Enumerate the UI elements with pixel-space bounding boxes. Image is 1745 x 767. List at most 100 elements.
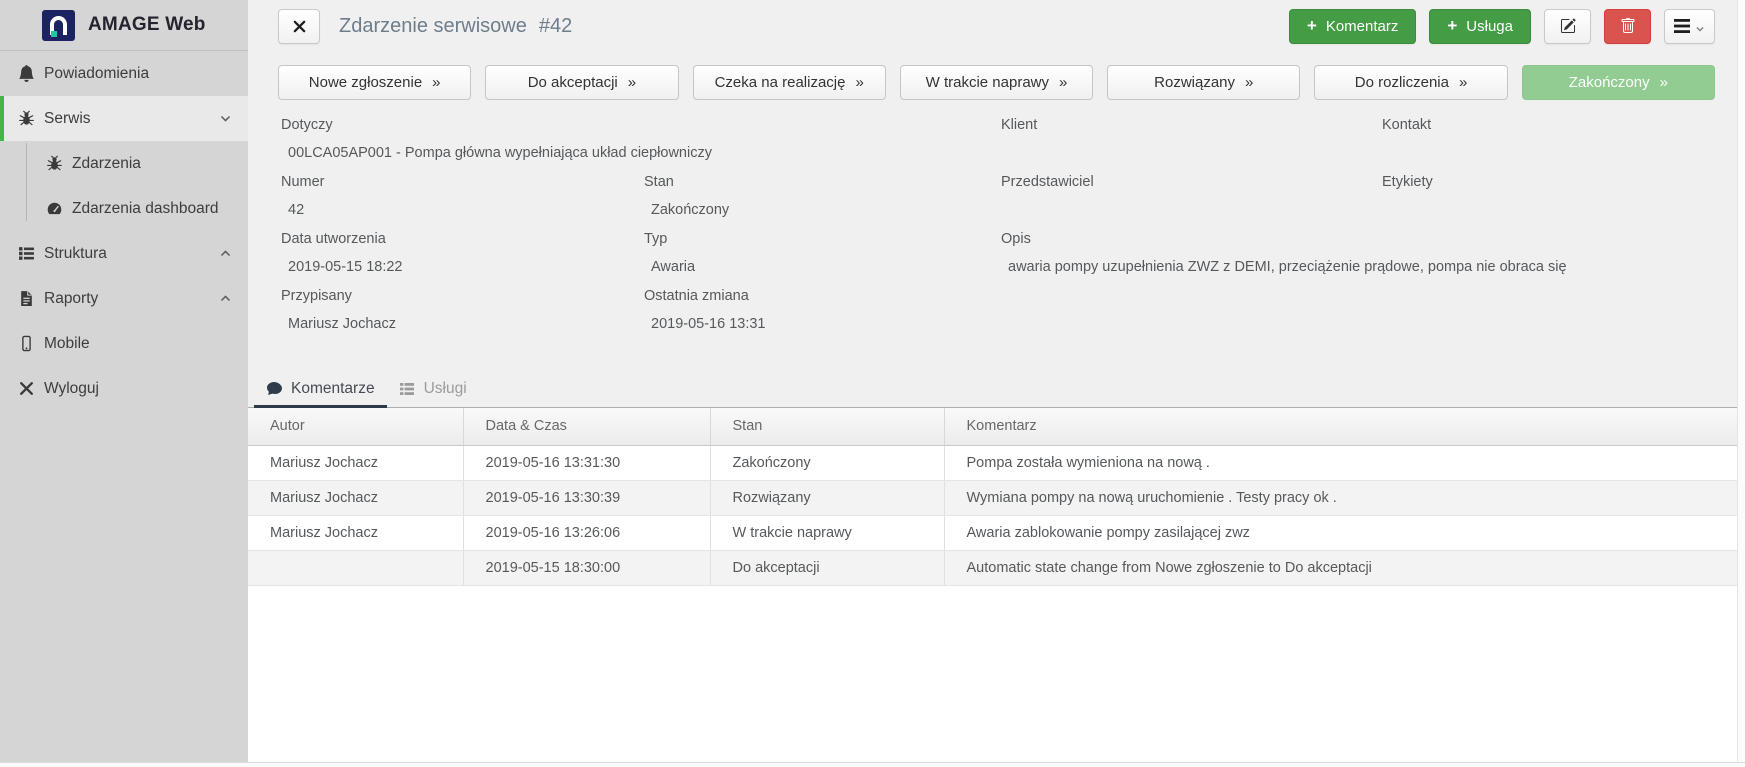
brand-title: AMAGE Web xyxy=(88,14,206,35)
field-label-ostatnia-zmiana: Ostatnia zmiana xyxy=(644,287,749,304)
header-actions: + Komentarz + Usługa xyxy=(1288,8,1715,44)
state-button-czeka-na-realizacje[interactable]: Czeka na realizację» xyxy=(692,65,886,100)
cell-komentarz: Automatic state change from Nowe zgłosze… xyxy=(944,550,1745,586)
double-arrow-icon: » xyxy=(1059,74,1068,91)
cell-stan: Do akceptacji xyxy=(710,550,945,586)
pencil-icon xyxy=(1560,18,1576,33)
comment-row[interactable]: Mariusz Jochacz 2019-05-16 13:26:06 W tr… xyxy=(248,515,1745,551)
table-header-row: Autor Data & Czas Stan Komentarz xyxy=(248,408,1745,446)
chevron-down-icon xyxy=(1695,21,1705,32)
cell-autor: Mariusz Jochacz xyxy=(248,480,464,516)
field-label-opis: Opis xyxy=(1001,230,1031,247)
sidebar-item-label: Powiadomienia xyxy=(44,64,150,82)
file-icon xyxy=(18,290,35,307)
amage-logo-icon xyxy=(42,9,75,41)
cell-czas: 2019-05-16 13:30:39 xyxy=(463,480,711,516)
double-arrow-icon: » xyxy=(1458,74,1468,91)
double-arrow-icon: » xyxy=(855,74,864,91)
sidebar-item-struktura[interactable]: Struktura xyxy=(0,231,248,276)
field-value-stan: Zakończony xyxy=(651,202,730,218)
cell-stan: Zakończony xyxy=(710,445,945,481)
add-comment-label: Komentarz xyxy=(1325,17,1399,35)
state-button-nowe-zgloszenie[interactable]: Nowe zgłoszenie» xyxy=(278,65,472,100)
cell-komentarz: Wymiana pompy na nową uruchomienie . Tes… xyxy=(944,480,1745,516)
chevron-up-icon xyxy=(219,292,232,305)
tab-label: Komentarze xyxy=(291,380,375,397)
sidebar-item-serwis[interactable]: Serwis xyxy=(0,96,248,141)
field-label-przedstawiciel: Przedstawiciel xyxy=(1001,173,1094,190)
sidebar-item-label: Mobile xyxy=(44,334,90,352)
comment-row[interactable]: 2019-05-15 18:30:00 Do akceptacji Automa… xyxy=(248,550,1745,586)
chevron-down-icon xyxy=(219,112,232,125)
sidebar-item-wyloguj[interactable]: Wyloguj xyxy=(0,366,248,411)
list-icon xyxy=(18,245,35,262)
field-label-klient: Klient xyxy=(1001,116,1038,133)
sidebar-item-label: Serwis xyxy=(44,109,91,127)
page-header: Zdarzenie serwisowe #42 + Komentarz + Usł… xyxy=(278,8,1715,44)
cell-stan: W trakcie naprawy xyxy=(710,515,945,551)
horizontal-scrollbar[interactable] xyxy=(0,762,1745,767)
chevron-up-icon xyxy=(219,247,232,260)
comments-panel: Autor Data & Czas Stan Komentarz Mariusz… xyxy=(248,408,1745,767)
state-button-w-trakcie-naprawy[interactable]: W trakcie naprawy» xyxy=(899,65,1094,100)
main-panel: Zdarzenie serwisowe #42 + Komentarz + Usł… xyxy=(248,0,1745,767)
sidebar-subitem-zdarzenia[interactable]: Zdarzenia xyxy=(0,141,248,186)
delete-button[interactable] xyxy=(1604,8,1651,44)
tab-komentarze[interactable]: Komentarze xyxy=(254,375,387,408)
vertical-scrollbar[interactable] xyxy=(1737,0,1745,767)
state-button-do-akceptacji[interactable]: Do akceptacji» xyxy=(485,65,679,100)
edit-button[interactable] xyxy=(1544,8,1591,44)
sidebar-subitem-zdarzenia-dashboard[interactable]: Zdarzenia dashboard xyxy=(0,186,248,231)
workflow-states: Nowe zgłoszenie» Do akceptacji» Czeka na… xyxy=(278,65,1715,100)
event-details: Dotyczy Klient Kontakt 00LCA05AP001 - Po… xyxy=(281,111,1707,339)
add-service-button[interactable]: + Usługa xyxy=(1429,8,1531,44)
sidebar: AMAGE Web Powiadomienia Serwis Zdarzenia… xyxy=(0,0,248,767)
cell-autor: Mariusz Jochacz xyxy=(248,445,464,481)
field-value-dotyczy: 00LCA05AP001 - Pompa główna wypełniająca… xyxy=(288,145,712,161)
cell-czas: 2019-05-16 13:31:30 xyxy=(463,445,711,481)
more-menu-button[interactable] xyxy=(1664,8,1715,44)
logout-x-icon xyxy=(18,380,35,397)
sidebar-item-label: Struktura xyxy=(44,244,107,262)
field-label-przypisany: Przypisany xyxy=(281,287,352,304)
sidebar-item-label: Zdarzenia xyxy=(72,154,141,172)
field-label-stan: Stan xyxy=(644,173,674,190)
field-value-przypisany: Mariusz Jochacz xyxy=(288,316,396,332)
cell-czas: 2019-05-16 13:26:06 xyxy=(463,515,711,551)
cell-stan: Rozwiązany xyxy=(710,480,945,516)
double-arrow-icon: » xyxy=(432,74,441,91)
field-value-typ: Awaria xyxy=(651,259,696,275)
close-button[interactable] xyxy=(278,8,320,44)
cell-komentarz: Pompa została wymieniona na nową . xyxy=(944,445,1745,481)
sidebar-item-raporty[interactable]: Raporty xyxy=(0,276,248,321)
state-button-rozwiazany[interactable]: Rozwiązany» xyxy=(1107,65,1301,100)
state-button-zakonczony-current[interactable]: Zakończony» xyxy=(1521,65,1715,100)
field-label-numer: Numer xyxy=(281,173,325,190)
field-value-opis: awaria pompy uzupełnienia ZWZ z DEMI, pr… xyxy=(1008,259,1567,275)
cell-komentarz: Awaria zablokowanie pompy zasilającej zw… xyxy=(944,515,1745,551)
column-header-stan: Stan xyxy=(710,408,945,446)
state-button-do-rozliczenia[interactable]: Do rozliczenia» xyxy=(1314,65,1508,100)
tab-uslugi[interactable]: Usługi xyxy=(387,375,479,407)
double-arrow-icon: » xyxy=(1245,74,1254,91)
plus-icon: + xyxy=(1447,16,1458,35)
sidebar-nav: Powiadomienia Serwis Zdarzenia Zdarzenia… xyxy=(0,51,248,411)
add-comment-button[interactable]: + Komentarz xyxy=(1288,8,1417,44)
sidebar-item-powiadomienia[interactable]: Powiadomienia xyxy=(0,51,248,96)
add-service-label: Usługa xyxy=(1466,17,1513,35)
close-icon xyxy=(293,20,305,32)
brand[interactable]: AMAGE Web xyxy=(0,0,248,51)
comment-row[interactable]: Mariusz Jochacz 2019-05-16 13:31:30 Zako… xyxy=(248,445,1745,481)
column-header-autor: Autor xyxy=(248,408,464,446)
dashboard-icon xyxy=(46,200,63,217)
tab-label: Usługi xyxy=(423,380,467,397)
mobile-icon xyxy=(18,335,35,352)
comment-row[interactable]: Mariusz Jochacz 2019-05-16 13:30:39 Rozw… xyxy=(248,480,1745,516)
field-label-etykiety: Etykiety xyxy=(1382,173,1433,190)
sidebar-item-mobile[interactable]: Mobile xyxy=(0,321,248,366)
column-header-data-czas: Data & Czas xyxy=(463,408,711,446)
menu-bars-icon xyxy=(1674,19,1690,33)
sidebar-item-label: Wyloguj xyxy=(44,379,99,397)
double-arrow-icon: » xyxy=(1659,74,1668,91)
comments-table: Autor Data & Czas Stan Komentarz Mariusz… xyxy=(248,408,1745,586)
